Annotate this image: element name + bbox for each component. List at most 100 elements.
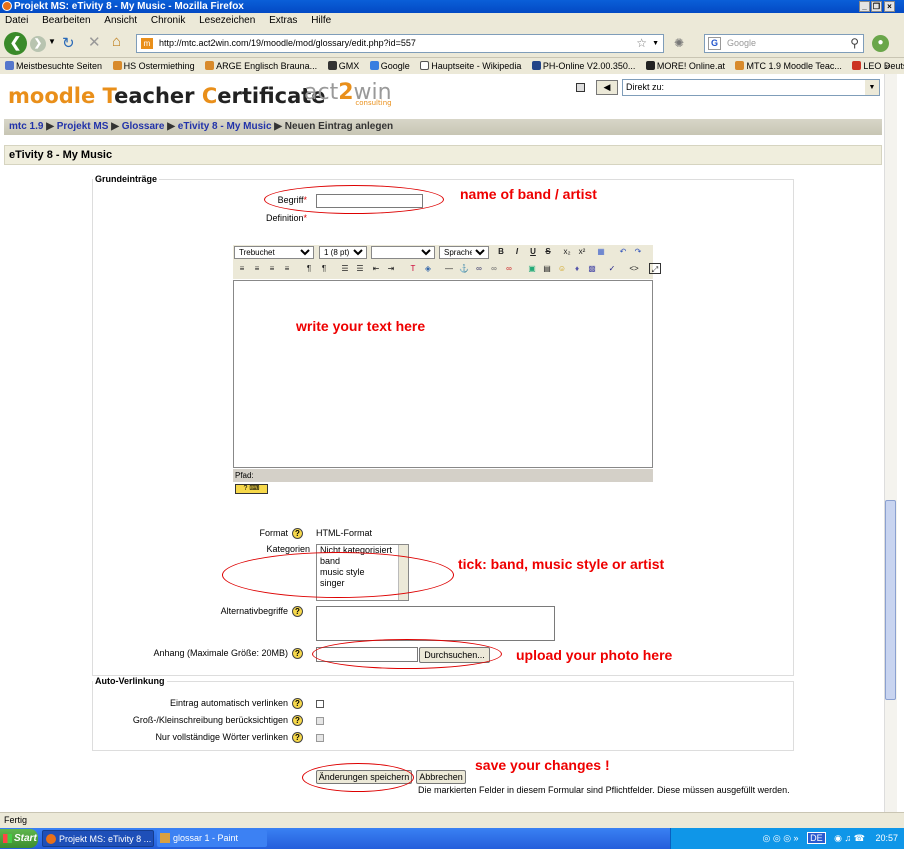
nolink-icon[interactable]: ∞ (503, 263, 515, 274)
menu-lesezeichen[interactable]: Lesezeichen (199, 15, 255, 26)
start-button[interactable]: Start (0, 829, 38, 848)
language-indicator[interactable]: DE (807, 832, 826, 844)
style-select[interactable] (371, 246, 435, 259)
rtl-icon[interactable]: ¶ (318, 263, 330, 274)
search-replace-icon[interactable]: ▩ (586, 263, 598, 274)
image-icon[interactable]: ▣ (526, 263, 538, 274)
casesensitive-checkbox[interactable] (316, 717, 324, 725)
autolink-checkbox[interactable] (316, 700, 324, 708)
bookmark-item[interactable]: GMX (327, 61, 359, 71)
tray-icons[interactable]: ◎ ◎ ◎ » (763, 833, 799, 843)
special-char-icon[interactable]: ♦ (571, 263, 583, 274)
aliases-help-icon[interactable]: ? (292, 606, 303, 617)
scrollbar-thumb[interactable] (885, 500, 896, 700)
extension-icon[interactable]: ● (872, 35, 889, 52)
page-scrollbar[interactable] (884, 74, 897, 812)
subscript-icon[interactable]: x₂ (561, 246, 573, 257)
breadcrumb-link[interactable]: Projekt MS (57, 121, 109, 132)
autolink-help-icon[interactable]: ? (292, 698, 303, 709)
align-left-icon[interactable]: ≡ (236, 263, 248, 274)
bookmark-item[interactable]: ARGE Englisch Brauna... (205, 61, 317, 71)
bookmark-star-icon[interactable]: ☆ (636, 35, 647, 52)
menu-chronik[interactable]: Chronik (151, 15, 185, 26)
underline-icon[interactable]: U (527, 246, 539, 257)
background-color-icon[interactable]: ◈ (422, 263, 434, 274)
breadcrumb-link[interactable]: Glossare (122, 121, 165, 132)
horizontal-rule-icon[interactable]: — (443, 263, 455, 274)
taskbar-item-paint[interactable]: glossar 1 - Paint (157, 830, 267, 847)
definition-editor[interactable] (233, 280, 653, 468)
jump-prev-button[interactable]: ◀ (596, 80, 618, 95)
menu-ansicht[interactable]: Ansicht (104, 15, 137, 26)
superscript-icon[interactable]: x² (576, 246, 588, 257)
bookmarks-more-icon[interactable]: » (885, 58, 890, 74)
text-color-icon[interactable]: T (407, 263, 419, 274)
link-icon[interactable]: ∞ (473, 263, 485, 274)
size-select[interactable]: 1 (8 pt) (319, 246, 367, 259)
jump-to-select[interactable]: Direkt zu: ▼ (622, 79, 880, 96)
search-bar[interactable]: G Google ⚲ (704, 34, 864, 53)
chevron-down-icon[interactable]: ▼ (865, 80, 879, 95)
bookmark-item[interactable]: Meistbesuchte Seiten (5, 61, 102, 71)
align-center-icon[interactable]: ≡ (251, 263, 263, 274)
minimize-button[interactable]: _ (859, 1, 870, 12)
unordered-list-icon[interactable]: ☰ (354, 263, 366, 274)
menu-bearbeiten[interactable]: Bearbeiten (42, 15, 90, 26)
ltr-icon[interactable]: ¶ (303, 263, 315, 274)
history-dropdown-icon[interactable]: ▼ (48, 37, 56, 46)
forward-icon[interactable]: ❯ (30, 36, 46, 52)
close-button[interactable]: × (884, 1, 895, 12)
justify-icon[interactable]: ≡ (281, 263, 293, 274)
bookmark-item[interactable]: PH-Online V2.00.350... (531, 61, 635, 71)
back-icon[interactable]: ❮ (4, 32, 27, 55)
menu-extras[interactable]: Extras (269, 15, 297, 26)
unlink-icon[interactable]: ∞ (488, 263, 500, 274)
tray-status-icons[interactable]: ◉ ♫ ☎ (834, 833, 865, 843)
outdent-icon[interactable]: ⇤ (370, 263, 382, 274)
reload-icon[interactable]: ↻ (62, 34, 75, 52)
smiley-icon[interactable]: ☺ (556, 263, 568, 274)
format-help-icon[interactable]: ? (292, 528, 303, 539)
bookmark-item[interactable]: Google (369, 61, 410, 71)
stop-icon[interactable]: ✕ (88, 33, 101, 51)
undo-icon[interactable]: ↶ (617, 246, 629, 257)
breadcrumb-link[interactable]: mtc 1.9 (9, 121, 43, 132)
fullmatch-checkbox[interactable] (316, 734, 324, 742)
bold-icon[interactable]: B (495, 246, 507, 257)
taskbar-item-firefox[interactable]: Projekt MS: eTivity 8 ... (42, 830, 154, 847)
language-select[interactable]: Sprache (439, 246, 489, 259)
indent-icon[interactable]: ⇥ (385, 263, 397, 274)
attachment-help-icon[interactable]: ? (292, 648, 303, 659)
search-icon[interactable]: ⚲ (850, 35, 859, 52)
aliases-textarea[interactable] (316, 606, 555, 641)
fullscreen-icon[interactable]: ⤢ (649, 263, 661, 274)
bookmark-item[interactable]: MORE! Online.at (645, 61, 725, 71)
html-source-icon[interactable]: <> (628, 263, 640, 274)
url-bar[interactable]: m http://mtc.act2win.com/19/moodle/mod/g… (136, 34, 664, 53)
breadcrumb-link[interactable]: eTivity 8 - My Music (178, 121, 272, 132)
strikethrough-icon[interactable]: S (542, 246, 554, 257)
addon-icon[interactable]: ✺ (674, 36, 684, 50)
search-input[interactable]: Google (727, 38, 756, 48)
home-icon[interactable]: ⌂ (112, 33, 121, 50)
redo-icon[interactable]: ↷ (632, 246, 644, 257)
editor-help-icon[interactable]: ? ⌨ (235, 484, 268, 494)
italic-icon[interactable]: I (511, 246, 523, 257)
search-engine-icon[interactable]: G (708, 37, 721, 50)
align-right-icon[interactable]: ≡ (266, 263, 278, 274)
bookmark-item[interactable]: LEO Deutsch-Englisch... (852, 61, 904, 71)
cancel-button[interactable]: Abbrechen (416, 770, 466, 784)
font-select[interactable]: Trebuchet (234, 246, 314, 259)
menu-datei[interactable]: Datei (5, 15, 28, 26)
bookmark-item[interactable]: HS Ostermiething (112, 61, 195, 71)
menu-hilfe[interactable]: Hilfe (311, 15, 331, 26)
clean-word-icon[interactable]: ▦ (595, 246, 607, 257)
casesensitive-help-icon[interactable]: ? (292, 715, 303, 726)
ordered-list-icon[interactable]: ☰ (339, 263, 351, 274)
url-dropdown-icon[interactable]: ▼ (652, 35, 659, 52)
maximize-button[interactable]: ❐ (871, 1, 882, 12)
anchor-icon[interactable]: ⚓ (458, 263, 470, 274)
spellcheck-icon[interactable]: ✓ (606, 263, 618, 274)
bookmark-item[interactable]: Hauptseite - Wikipedia (420, 61, 521, 71)
table-icon[interactable]: ▤ (541, 263, 553, 274)
